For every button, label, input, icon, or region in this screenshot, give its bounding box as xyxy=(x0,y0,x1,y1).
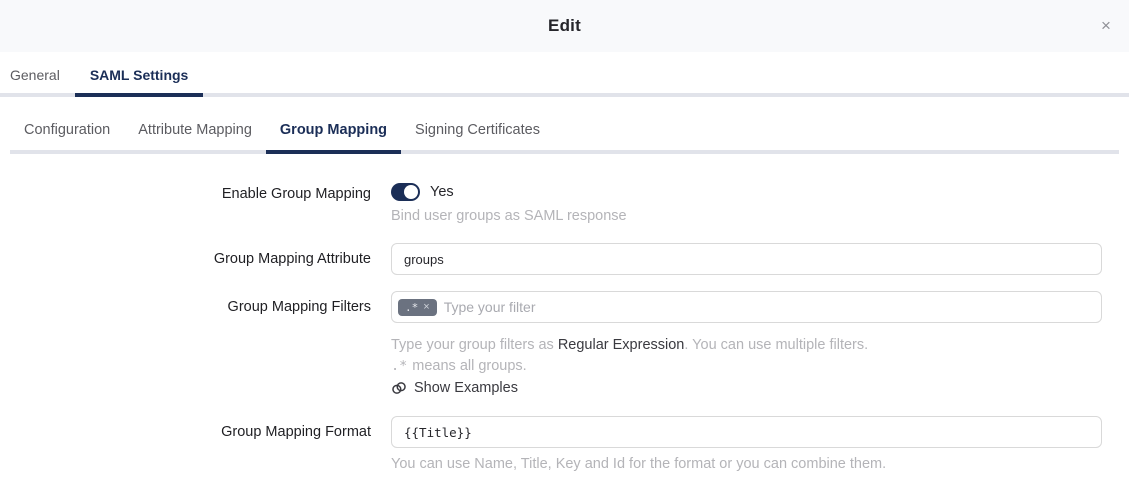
subtab-signing-certificates[interactable]: Signing Certificates xyxy=(401,105,554,154)
link-icon xyxy=(391,380,407,396)
filter-chip: .* × xyxy=(398,299,437,316)
row-group-mapping-filters: Group Mapping Filters .* × Type your gro… xyxy=(0,291,1129,396)
enable-group-mapping-label: Enable Group Mapping xyxy=(0,180,371,227)
toggle-knob xyxy=(404,185,418,199)
subtab-attribute-mapping[interactable]: Attribute Mapping xyxy=(124,105,266,154)
group-mapping-format-label: Group Mapping Format xyxy=(0,416,371,475)
row-enable-group-mapping: Enable Group Mapping Yes Bind user group… xyxy=(0,180,1129,227)
row-group-mapping-attribute: Group Mapping Attribute xyxy=(0,243,1129,275)
filters-help-suffix: . You can use multiple filters. xyxy=(684,337,868,353)
enable-group-mapping-help: Bind user groups as SAML response xyxy=(391,206,1102,227)
filter-chip-text: .* xyxy=(405,302,418,313)
group-mapping-format-input[interactable] xyxy=(391,416,1102,448)
row-group-mapping-format: Group Mapping Format You can use Name, T… xyxy=(0,416,1129,475)
tab-general[interactable]: General xyxy=(10,52,75,97)
close-icon[interactable]: × xyxy=(1094,14,1118,38)
group-mapping-attribute-label: Group Mapping Attribute xyxy=(0,243,371,275)
filters-help-code-suffix: means all groups. xyxy=(412,358,526,374)
group-mapping-filters-label: Group Mapping Filters xyxy=(0,291,371,396)
enable-group-mapping-toggle[interactable] xyxy=(391,183,420,201)
filters-help-line-2: .* means all groups. xyxy=(391,356,1102,377)
show-examples-link[interactable]: Show Examples xyxy=(391,380,518,396)
group-mapping-format-help: You can use Name, Title, Key and Id for … xyxy=(391,454,1102,475)
modal-title: Edit xyxy=(548,16,581,36)
filters-help-emphasis: Regular Expression xyxy=(558,337,685,353)
group-mapping-filters-input[interactable] xyxy=(444,299,1095,315)
filters-help-line-1: Type your group filters as Regular Expre… xyxy=(391,335,1102,356)
group-mapping-attribute-input[interactable] xyxy=(391,243,1102,275)
chip-remove-icon[interactable]: × xyxy=(423,302,429,313)
show-examples-label: Show Examples xyxy=(414,380,518,396)
modal-header: Edit × xyxy=(0,0,1129,52)
tab-saml-settings[interactable]: SAML Settings xyxy=(75,52,204,97)
main-tabs: General SAML Settings xyxy=(0,52,1129,97)
group-mapping-filters-field[interactable]: .* × xyxy=(391,291,1102,323)
saml-subtabs: Configuration Attribute Mapping Group Ma… xyxy=(10,97,1119,154)
group-mapping-form: Enable Group Mapping Yes Bind user group… xyxy=(0,154,1129,475)
filters-help-code: .* xyxy=(391,358,407,374)
filters-help-prefix: Type your group filters as xyxy=(391,337,558,353)
toggle-state-label: Yes xyxy=(430,184,454,200)
subtab-group-mapping[interactable]: Group Mapping xyxy=(266,105,401,154)
subtab-configuration[interactable]: Configuration xyxy=(10,105,124,154)
